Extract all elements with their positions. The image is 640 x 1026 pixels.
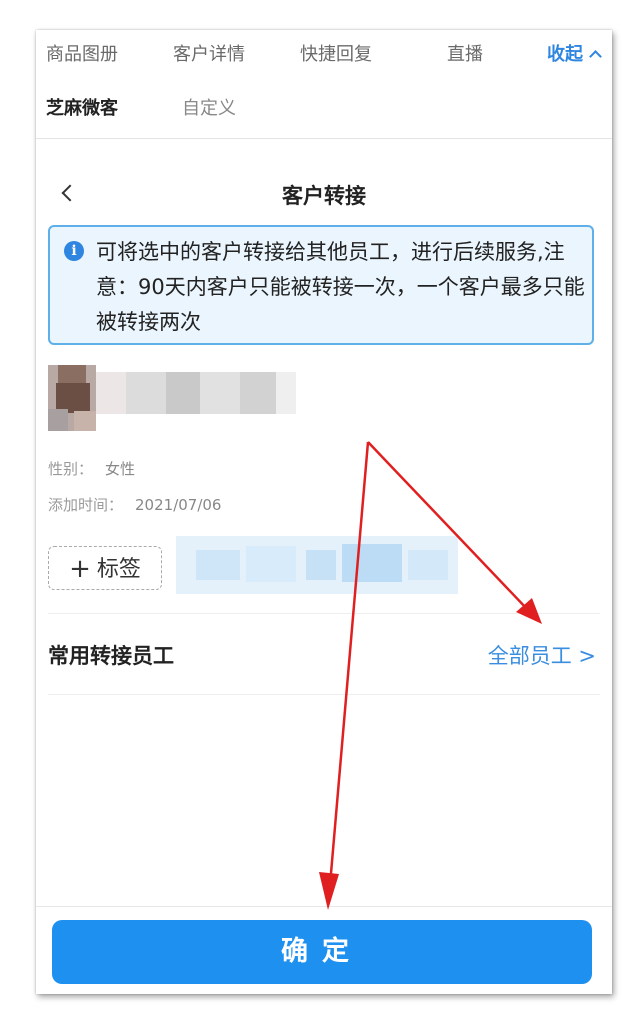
added-time-label: 添加时间：: [48, 496, 124, 514]
notice-banner: i 可将选中的客户转接给其他员工，进行后续服务,注意：90天内客户只能被转接一次…: [48, 225, 594, 345]
gender-label: 性别：: [48, 460, 94, 478]
tab-customer-details[interactable]: 客户详情: [173, 40, 245, 66]
divider: [48, 613, 600, 614]
gender-row: 性别： 女性: [48, 458, 135, 479]
divider: [36, 138, 612, 139]
common-staff-title: 常用转接员工: [48, 644, 174, 668]
app-frame: 商品图册 客户详情 快捷回复 直播 收起 芝麻微客 自定义 客户转接 i 可将选…: [36, 30, 612, 994]
gender-value: 女性: [105, 460, 136, 478]
subtab-custom[interactable]: 自定义: [182, 94, 236, 120]
add-tag-button[interactable]: + 标签: [48, 546, 162, 590]
customer-name-blurred: [96, 372, 296, 414]
tags-blurred: [176, 536, 458, 594]
plus-icon: +: [69, 554, 91, 584]
sub-tabs: 芝麻微客 自定义: [36, 82, 612, 126]
tab-live[interactable]: 直播: [447, 40, 483, 66]
collapse-label: 收起: [547, 44, 583, 65]
added-time-value: 2021/07/06: [135, 496, 222, 514]
add-tag-label: 标签: [96, 557, 141, 582]
page-title: 客户转接: [282, 184, 366, 208]
all-staff-link[interactable]: 全部员工 >: [488, 640, 596, 670]
divider: [36, 906, 612, 907]
confirm-button[interactable]: 确定: [52, 920, 592, 984]
chevron-up-icon: [589, 50, 602, 63]
collapse-button[interactable]: 收起: [547, 40, 602, 66]
notice-text: 可将选中的客户转接给其他员工，进行后续服务,注意：90天内客户只能被转接一次，一…: [96, 240, 585, 334]
top-tabs: 商品图册 客户详情 快捷回复 直播 收起: [36, 30, 612, 74]
divider: [48, 694, 600, 695]
added-time-row: 添加时间： 2021/07/06: [48, 494, 221, 515]
subtab-zhima[interactable]: 芝麻微客: [46, 94, 118, 120]
info-icon: i: [64, 241, 84, 261]
tab-quick-reply[interactable]: 快捷回复: [300, 40, 372, 66]
tab-product-album[interactable]: 商品图册: [46, 40, 118, 66]
avatar: [48, 365, 96, 431]
